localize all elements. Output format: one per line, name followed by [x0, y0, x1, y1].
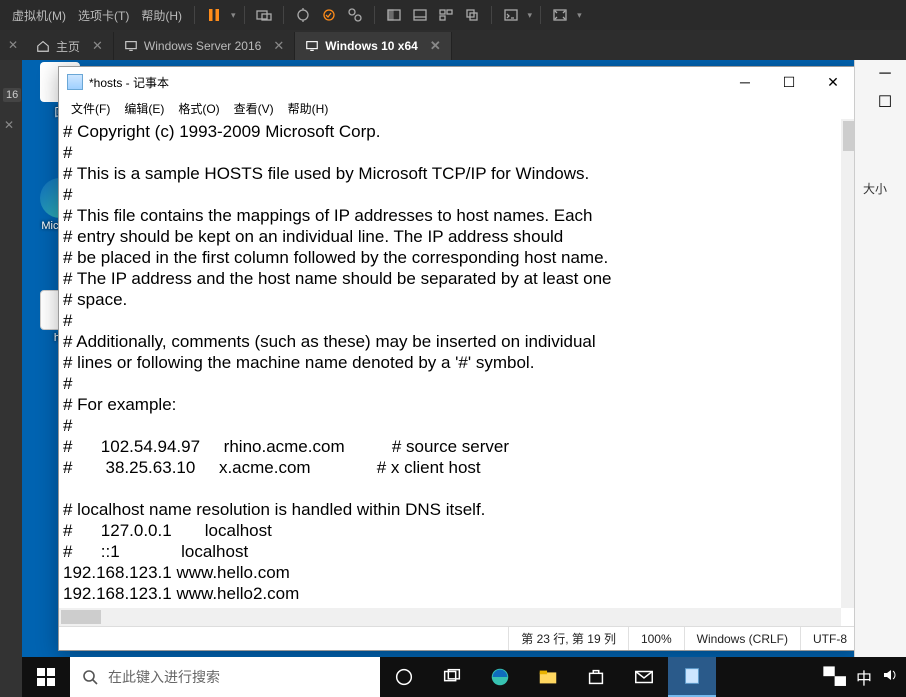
separator: [194, 6, 195, 24]
view-single-icon[interactable]: [383, 4, 405, 26]
menu-tabs[interactable]: 选项卡(T): [74, 7, 133, 24]
menu-edit[interactable]: 编辑(E): [118, 99, 170, 118]
taskbar-edge[interactable]: [476, 657, 524, 697]
separator: [491, 6, 492, 24]
send-keys-icon[interactable]: [253, 4, 275, 26]
monitor-icon: [305, 39, 319, 53]
taskbar-explorer[interactable]: [524, 657, 572, 697]
status-eol: Windows (CRLF): [684, 627, 800, 650]
tray-overflow-icon[interactable]: ▀▄: [823, 668, 846, 686]
tab-home[interactable]: 主页 ✕: [26, 32, 114, 60]
taskbar-search[interactable]: 在此键入进行搜索: [70, 657, 380, 697]
panel-maximize-button[interactable]: ☐: [864, 88, 906, 116]
chevron-down-icon[interactable]: ▾: [577, 10, 582, 21]
horizontal-scrollbar[interactable]: [59, 608, 841, 626]
search-icon: [82, 669, 98, 685]
menu-help[interactable]: 帮助(H): [282, 99, 335, 118]
menu-file[interactable]: 文件(F): [65, 99, 116, 118]
search-placeholder: 在此键入进行搜索: [108, 667, 220, 687]
separator: [540, 6, 541, 24]
view-console-icon[interactable]: [409, 4, 431, 26]
close-icon[interactable]: ✕: [273, 38, 284, 54]
minimize-button[interactable]: ─: [723, 68, 767, 96]
close-panel-icon[interactable]: ✕: [6, 38, 20, 52]
tray-volume-icon[interactable]: [882, 667, 898, 688]
tray-ime-icon[interactable]: 中: [856, 665, 872, 689]
guest-desktop[interactable]: 回 Micr Ed ho *hosts - 记事本 ─ ☐ ✕ 文件(F) 编辑…: [22, 60, 906, 697]
pause-icon[interactable]: [203, 4, 225, 26]
taskbar-mail[interactable]: [620, 657, 668, 697]
right-side-panel: ─ ☐ 大小: [854, 60, 906, 657]
separator: [374, 6, 375, 24]
chevron-down-icon[interactable]: ▾: [528, 10, 533, 21]
taskbar-notepad[interactable]: [668, 657, 716, 697]
maximize-button[interactable]: ☐: [767, 68, 811, 96]
tab-ws2016[interactable]: Windows Server 2016 ✕: [114, 32, 295, 60]
start-button[interactable]: [22, 657, 70, 697]
titlebar[interactable]: *hosts - 记事本 ─ ☐ ✕: [59, 67, 859, 97]
notepad-window: *hosts - 记事本 ─ ☐ ✕ 文件(F) 编辑(E) 格式(O) 查看(…: [58, 66, 860, 651]
view-thumbnail-icon[interactable]: [435, 4, 457, 26]
snapshot-take-icon[interactable]: [292, 4, 314, 26]
home-icon: [36, 39, 50, 53]
snapshot-revert-icon[interactable]: [318, 4, 340, 26]
menu-view[interactable]: 查看(V): [228, 99, 280, 118]
status-encoding: UTF-8: [800, 627, 859, 650]
monitor-icon: [124, 39, 138, 53]
window-title: *hosts - 记事本: [89, 74, 723, 91]
separator: [244, 6, 245, 24]
left-badge: 16: [3, 88, 21, 102]
tab-label: 主页: [56, 38, 80, 55]
vm-tab-bar: ✕ 主页 ✕ Windows Server 2016 ✕ Windows 10 …: [0, 30, 906, 60]
taskview-button[interactable]: [428, 657, 476, 697]
cortana-button[interactable]: [380, 657, 428, 697]
fullscreen-icon[interactable]: [549, 4, 571, 26]
notepad-icon: [67, 74, 83, 90]
close-icon[interactable]: ✕: [430, 38, 441, 54]
statusbar: 第 23 行, 第 19 列 100% Windows (CRLF) UTF-8: [59, 626, 859, 650]
chevron-down-icon[interactable]: ▾: [231, 10, 236, 21]
host-menubar: 虚拟机(M) 选项卡(T) 帮助(H) ▾ ▾ ▾: [0, 0, 906, 30]
status-zoom: 100%: [628, 627, 684, 650]
editor-area: # Copyright (c) 1993-2009 Microsoft Corp…: [59, 119, 859, 626]
close-icon[interactable]: ✕: [4, 118, 14, 132]
text-content[interactable]: # Copyright (c) 1993-2009 Microsoft Corp…: [59, 119, 841, 608]
menu-format[interactable]: 格式(O): [172, 99, 225, 118]
snapshot-manage-icon[interactable]: [344, 4, 366, 26]
status-position: 第 23 行, 第 19 列: [508, 627, 628, 650]
close-button[interactable]: ✕: [811, 68, 855, 96]
terminal-icon[interactable]: [500, 4, 522, 26]
taskbar: 在此键入进行搜索 ▀▄ 中: [22, 657, 906, 697]
taskbar-store[interactable]: [572, 657, 620, 697]
tab-label: Windows 10 x64: [325, 39, 418, 53]
view-unity-icon[interactable]: [461, 4, 483, 26]
notepad-menubar: 文件(F) 编辑(E) 格式(O) 查看(V) 帮助(H): [59, 97, 859, 119]
menu-vm[interactable]: 虚拟机(M): [8, 7, 70, 24]
panel-size-label: 大小: [855, 176, 895, 201]
system-tray[interactable]: ▀▄ 中: [815, 665, 906, 689]
separator: [283, 6, 284, 24]
close-icon[interactable]: ✕: [92, 38, 103, 54]
tab-win10[interactable]: Windows 10 x64 ✕: [295, 32, 452, 60]
scroll-thumb[interactable]: [61, 610, 101, 624]
menu-help[interactable]: 帮助(H): [137, 7, 186, 24]
tab-label: Windows Server 2016: [144, 39, 261, 53]
panel-minimize-button[interactable]: ─: [864, 60, 906, 88]
windows-icon: [37, 668, 55, 686]
left-gutter: [0, 60, 22, 697]
